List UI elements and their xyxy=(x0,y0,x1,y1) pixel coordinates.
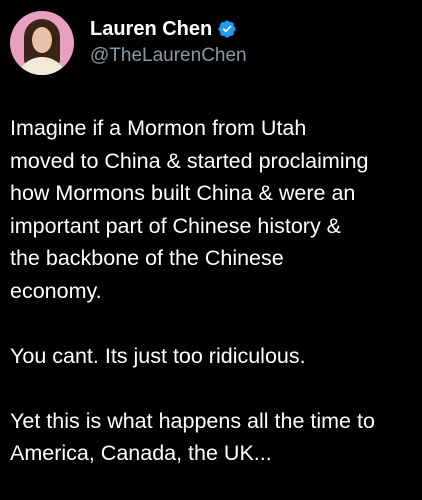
tweet-line: Imagine if a Mormon from Utah xyxy=(10,116,307,140)
avatar-face xyxy=(32,27,52,53)
avatar[interactable] xyxy=(10,11,74,75)
tweet-line: Yet this is what happens all the time to xyxy=(10,408,375,433)
tweet-text: Imagine if a Mormon from Utah moved to C… xyxy=(10,112,420,470)
tweet-paragraph-3: Yet this is what happens all the time to… xyxy=(10,405,420,470)
tweet-line: You cant. Its just too ridiculous. xyxy=(10,343,306,368)
tweet-header: Lauren Chen @TheLaurenChen xyxy=(10,10,247,76)
author-info: Lauren Chen @TheLaurenChen xyxy=(90,17,247,69)
tweet-line: America, Canada, the UK... xyxy=(10,441,272,465)
display-name[interactable]: Lauren Chen xyxy=(90,17,212,41)
tweet-line: important part of Chinese history & xyxy=(10,213,342,238)
verified-badge-icon xyxy=(217,19,237,39)
tweet-card: Lauren Chen @TheLaurenChen Imagine if a … xyxy=(0,0,422,500)
tweet-paragraph-2: You cant. Its just too ridiculous. xyxy=(10,340,420,373)
tweet-line: the backbone of the Chinese xyxy=(10,246,284,270)
tweet-line: economy. xyxy=(10,278,102,303)
user-handle[interactable]: @TheLaurenChen xyxy=(90,43,247,69)
name-row: Lauren Chen xyxy=(90,17,247,41)
tweet-line: how Mormons built China & were an xyxy=(10,181,356,205)
tweet-line: moved to China & started proclaiming xyxy=(10,148,369,173)
tweet-paragraph-1: Imagine if a Mormon from Utah moved to C… xyxy=(10,112,420,307)
